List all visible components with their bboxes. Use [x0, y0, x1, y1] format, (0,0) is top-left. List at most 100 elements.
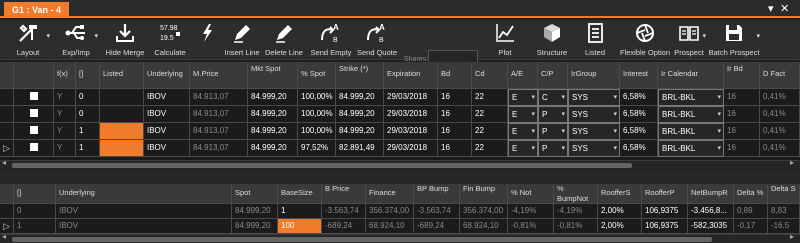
cell-pct-spot[interactable]: 100,00% — [298, 89, 336, 106]
col-finance[interactable]: Finance — [366, 184, 414, 204]
chevron-down-icon[interactable]: ▾ — [613, 124, 617, 139]
cell-cd[interactable]: 22 — [472, 123, 508, 140]
cell-underlying[interactable]: IBOV — [144, 140, 190, 157]
cell-listed[interactable] — [100, 140, 144, 157]
plot-button[interactable]: Plot — [490, 22, 520, 58]
irgroup-dropdown[interactable]: SYS ▾ — [568, 140, 620, 157]
checkbox-checked[interactable] — [29, 142, 38, 151]
window-menu-icon[interactable]: ▾ — [768, 1, 774, 17]
cell-fx[interactable]: Y — [54, 123, 76, 140]
row-checkbox[interactable] — [14, 123, 54, 140]
chevron-down-icon[interactable]: ▾ — [531, 90, 535, 105]
col-pct-not[interactable]: % Not — [508, 184, 554, 204]
col-expiration[interactable]: Expiration — [384, 62, 438, 89]
col-bprice[interactable]: B Price — [322, 184, 366, 204]
quick-edit-button[interactable] — [194, 22, 220, 58]
top-horizontal-scrollbar[interactable]: ◂ ▸ — [0, 158, 800, 169]
irgroup-dropdown[interactable]: SYS ▾ — [568, 89, 620, 106]
ae-dropdown[interactable]: E ▾ — [508, 123, 538, 140]
chevron-down-icon[interactable]: ▾ — [531, 107, 535, 122]
row-checkbox[interactable] — [14, 106, 54, 123]
scroll-right-icon[interactable]: ▸ — [790, 232, 794, 241]
calculate-button[interactable]: 57.98 19.5 Calculate — [150, 22, 190, 58]
col-bracket[interactable]: [] — [76, 62, 100, 89]
cell-underlying[interactable]: IBOV — [56, 219, 232, 234]
cell-rofferp[interactable]: 106,9375 — [642, 204, 688, 219]
cell-listed[interactable] — [100, 106, 144, 123]
col-irgroup[interactable]: IrGroup — [568, 62, 620, 89]
cell-interest[interactable]: 6,58% — [620, 123, 658, 140]
cell-strike[interactable]: 84.999,20 — [336, 106, 384, 123]
chevron-down-icon[interactable]: ▾ — [561, 124, 565, 139]
bottom-horizontal-scrollbar[interactable]: ◂ ▸ — [0, 232, 800, 243]
col-strike[interactable]: Strike (*) — [336, 62, 384, 89]
col-bd[interactable]: Bd — [438, 62, 472, 89]
cell-basesize[interactable]: 1 — [278, 204, 322, 219]
ir-calendar-dropdown[interactable]: BRL-BKL ▾ — [658, 106, 724, 123]
hide-merge-button[interactable]: Hide Merge — [104, 22, 146, 58]
ir-calendar-dropdown[interactable]: BRL-BKL ▾ — [658, 140, 724, 157]
ae-dropdown[interactable]: E ▾ — [508, 106, 538, 123]
col-bracket[interactable]: [] — [14, 184, 56, 204]
col-ir-bd[interactable]: Ir Bd — [724, 62, 760, 89]
col-mkt-spot[interactable]: Mkt Spot — [248, 62, 298, 89]
cell-index[interactable]: 0 — [76, 89, 100, 106]
ir-calendar-dropdown[interactable]: BRL-BKL ▾ — [658, 123, 724, 140]
col-fx[interactable]: f(x) — [54, 62, 76, 89]
table-row[interactable]: Y 1 IBOV 84.913,07 84.999,20 100,00% 84.999,20… — [0, 123, 800, 140]
ae-dropdown[interactable]: E ▾ — [508, 140, 538, 157]
table-row[interactable]: ▷ 1 IBOV 84.999,20 100 -689,24 68.924,10 -689,2… — [0, 219, 800, 234]
prospect-button[interactable]: ▾ Prospect — [672, 22, 706, 58]
cell-underlying[interactable]: IBOV — [56, 204, 232, 219]
exp-imp-button[interactable]: ▾ Exp/Imp — [54, 22, 98, 58]
cell-strike[interactable]: 82.891,49 — [336, 140, 384, 157]
col-rofferp[interactable]: RoofferP — [642, 184, 688, 204]
cp-dropdown[interactable]: C ▾ — [538, 89, 568, 106]
cell-fx[interactable]: Y — [54, 140, 76, 157]
chevron-down-icon[interactable]: ▾ — [531, 141, 535, 156]
chevron-down-icon[interactable]: ▾ — [561, 90, 565, 105]
cell-interest[interactable]: 6,58% — [620, 89, 658, 106]
cell-index[interactable]: 1 — [76, 123, 100, 140]
cell-underlying[interactable]: IBOV — [144, 106, 190, 123]
cell-expiration[interactable]: 29/03/2018 — [384, 89, 438, 106]
chevron-down-icon[interactable]: ▾ — [717, 90, 721, 105]
cell-listed[interactable] — [100, 89, 144, 106]
cell-strike[interactable]: 84.999,20 — [336, 123, 384, 140]
cell-cd[interactable]: 22 — [472, 106, 508, 123]
col-basesize[interactable]: BaseSize — [278, 184, 322, 204]
scroll-left-icon[interactable]: ◂ — [2, 232, 6, 241]
listed-button[interactable]: Listed — [580, 22, 610, 58]
chevron-down-icon[interactable]: ▾ — [613, 107, 617, 122]
col-cp[interactable]: C/P — [538, 62, 568, 89]
checkbox-checked[interactable] — [29, 91, 38, 100]
irgroup-dropdown[interactable]: SYS ▾ — [568, 106, 620, 123]
cell-index[interactable]: 1 — [14, 219, 56, 234]
chevron-down-icon[interactable]: ▾ — [717, 107, 721, 122]
cell-bd[interactable]: 16 — [438, 106, 472, 123]
cell-expiration[interactable]: 29/03/2018 — [384, 140, 438, 157]
table-row[interactable]: 0 IBOV 84.999,20 1 -3.563,74 356.374,00 -3.563… — [0, 204, 800, 219]
flexible-option-button[interactable]: Flexible Option — [620, 22, 670, 58]
cell-bd[interactable]: 16 — [438, 140, 472, 157]
cell-mkt-spot[interactable]: 84.999,20 — [248, 140, 298, 157]
scrollbar-thumb[interactable] — [12, 163, 632, 168]
scroll-left-icon[interactable]: ◂ — [2, 158, 6, 167]
chevron-down-icon[interactable]: ▾ — [561, 107, 565, 122]
col-ae[interactable]: A/E — [508, 62, 538, 89]
col-delta-s[interactable]: Delta S — [768, 184, 800, 204]
cell-rofferp[interactable]: 106,9375 — [642, 219, 688, 234]
col-ir-calendar[interactable]: Ir Calendar — [658, 62, 724, 89]
col-bp-bump[interactable]: BP Bump — [414, 184, 460, 204]
checkbox-checked[interactable] — [29, 108, 38, 117]
cell-strike[interactable]: 84.999,20 — [336, 89, 384, 106]
col-fin-bump[interactable]: Fin Bump — [460, 184, 508, 204]
col-roffers[interactable]: RoofferS — [598, 184, 642, 204]
cell-roffers[interactable]: 2,00% — [598, 219, 642, 234]
chevron-down-icon[interactable]: ▾ — [561, 141, 565, 156]
cell-pct-spot[interactable]: 100,00% — [298, 123, 336, 140]
chevron-down-icon[interactable]: ▾ — [531, 124, 535, 139]
cell-bd[interactable]: 16 — [438, 89, 472, 106]
ae-dropdown[interactable]: E ▾ — [508, 89, 538, 106]
scrollbar-thumb[interactable] — [12, 237, 712, 242]
